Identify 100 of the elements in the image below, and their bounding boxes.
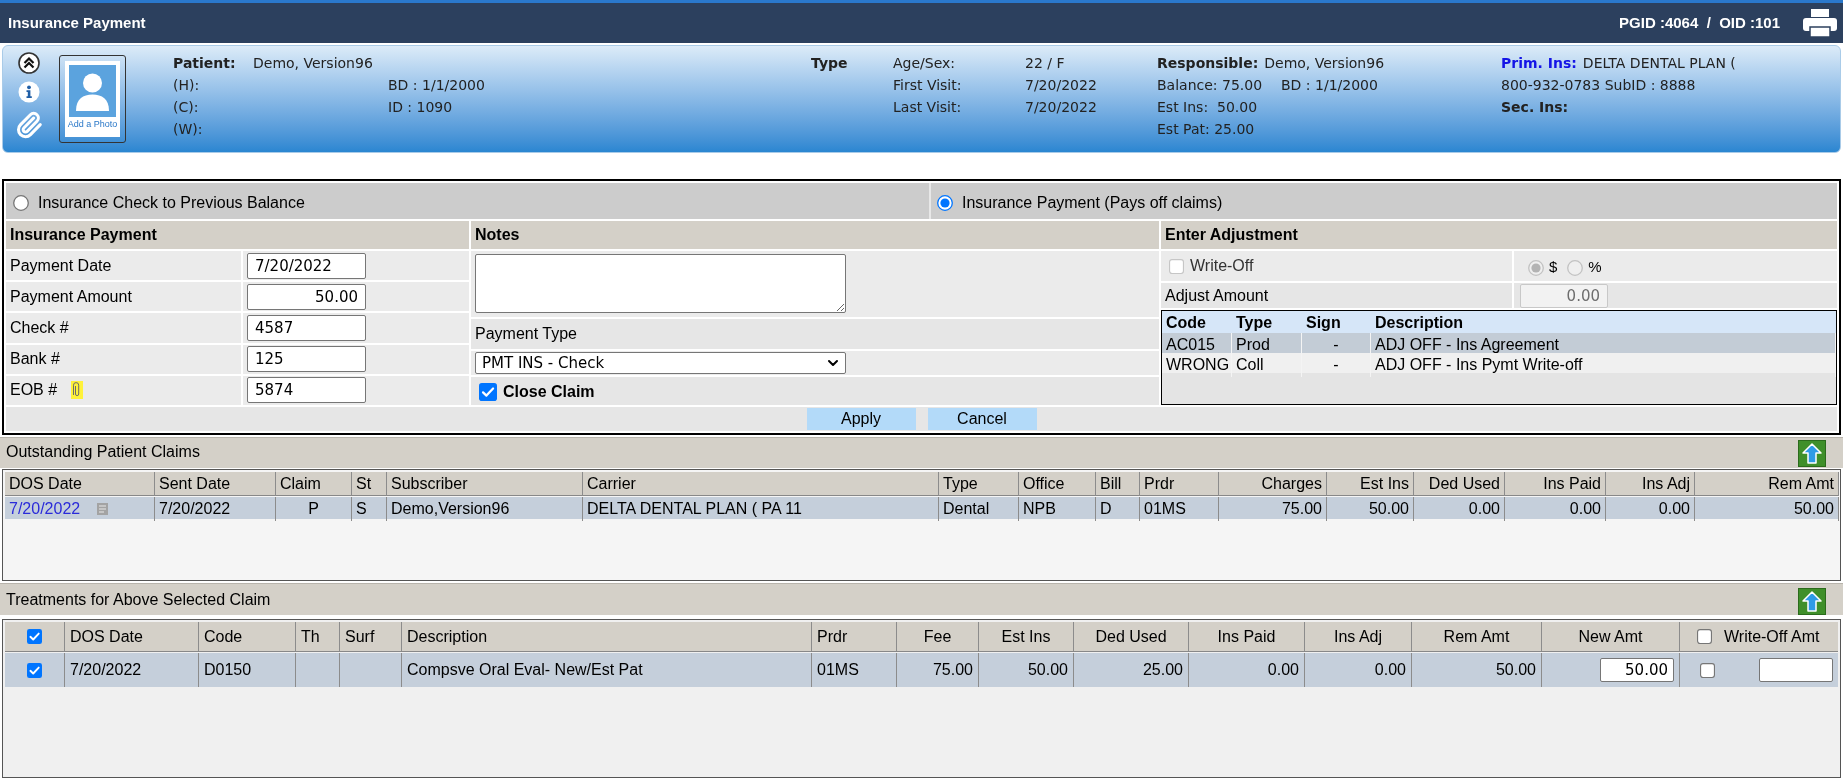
- section-title: Outstanding Patient Claims: [6, 442, 200, 462]
- table-cell: 0.00: [1414, 497, 1505, 521]
- column-header: New Amt: [1542, 622, 1680, 651]
- radio-button[interactable]: [13, 194, 29, 211]
- paperclip-icon[interactable]: [71, 381, 84, 400]
- checkbox[interactable]: [1700, 662, 1715, 678]
- patient-label: Patient:: [173, 54, 237, 73]
- person-silhouette-icon: [69, 65, 116, 117]
- column-header: Ins Paid: [1189, 622, 1305, 651]
- column-header: Rem Amt: [1695, 472, 1839, 496]
- field-label: Payment Type: [475, 324, 577, 344]
- table-row[interactable]: 7/20/2022 D0150 Compsve Oral Eval- New/Est Pat 01MS 75.00 50.00 25.00 0.00 0.00 50.00 50.00: [5, 653, 1838, 687]
- input-field[interactable]: 50.00: [1600, 658, 1674, 682]
- checkbox[interactable]: [27, 629, 42, 644]
- checkbox[interactable]: [1697, 629, 1712, 644]
- table-cell: 01MS: [812, 653, 897, 687]
- section-header: Notes: [471, 221, 1159, 249]
- table-cell: 01MS: [1140, 497, 1219, 521]
- patient-id: ID : 1090: [388, 98, 454, 117]
- notes-field[interactable]: [475, 254, 846, 313]
- column-header: Charges: [1219, 472, 1327, 496]
- double-chevron-up-icon[interactable]: [18, 52, 40, 74]
- birth-date: BD : 1/1/2000: [388, 76, 486, 95]
- printer-icon[interactable]: [1802, 8, 1838, 38]
- column-header: Sign: [1305, 313, 1342, 333]
- table-row[interactable]: AC015 Prod - ADJ OFF - Ins Agreement: [1162, 333, 1836, 353]
- photo-frame[interactable]: Add a Photo: [59, 55, 126, 143]
- checkbox-label: Write-Off: [1190, 256, 1254, 276]
- form-button[interactable]: Cancel: [927, 408, 1037, 430]
- table-cell: 50.00: [979, 653, 1074, 687]
- payment-type-select[interactable]: PMT INS - Check: [475, 352, 846, 374]
- info-icon[interactable]: [18, 81, 40, 103]
- column-header: Sent Date: [155, 472, 276, 496]
- input-field[interactable]: [1759, 658, 1833, 682]
- field-label: Payment Date: [10, 255, 112, 276]
- column-header: Prdr: [1140, 472, 1219, 496]
- column-header: Subscriber: [387, 472, 583, 496]
- input-field[interactable]: 7/20/2022: [247, 252, 366, 279]
- photo-caption: Add a Photo: [67, 119, 118, 130]
- field-label: Payment Amount: [10, 286, 132, 307]
- field-label: EOB #: [10, 380, 58, 401]
- table-cell: 25.00: [1074, 653, 1189, 687]
- column-header: Ded Used: [1414, 472, 1505, 496]
- radio-label: $: [1549, 257, 1558, 278]
- column-header: Description: [402, 622, 812, 651]
- column-header: Fee: [897, 622, 979, 651]
- table-cell: 50.00: [1327, 497, 1414, 521]
- table-cell: 75.00: [1219, 497, 1327, 521]
- checkbox[interactable]: [479, 383, 497, 401]
- detail-label: Age/Sex:: [893, 54, 957, 73]
- column-header: Prdr: [812, 622, 897, 651]
- table-cell: P: [276, 497, 352, 521]
- phone-label: (H):: [173, 76, 201, 95]
- section-header: Enter Adjustment: [1161, 221, 1837, 249]
- estimated-insurance: Est Ins: 50.00: [1157, 98, 1259, 117]
- date-link[interactable]: 7/20/2022: [9, 497, 81, 521]
- table-cell: DELTA DENTAL PLAN ( PA 11: [583, 497, 939, 521]
- input-field[interactable]: 4587: [247, 315, 366, 341]
- patient-name: Demo, Version96: [253, 54, 373, 73]
- table-cell: 7/20/2022: [155, 497, 276, 521]
- balance-text: Balance: 75.00: [1157, 76, 1264, 95]
- section-title: Treatments for Above Selected Claim: [6, 590, 271, 610]
- table-cell: -: [1302, 353, 1371, 377]
- responsible-name: Demo, Version96: [1264, 54, 1385, 73]
- input-field[interactable]: 50.00: [247, 283, 366, 310]
- column-header: Est Ins: [1327, 472, 1414, 496]
- table-cell: Coll: [1232, 353, 1302, 377]
- table-cell: 0.00: [1505, 497, 1606, 521]
- column-header: Office: [1019, 472, 1096, 496]
- column-header: Ded Used: [1074, 622, 1189, 651]
- table-cell: NPB: [1019, 497, 1096, 521]
- input-field[interactable]: 5874: [247, 377, 366, 404]
- birth-date: BD : 1/1/2000: [1281, 76, 1378, 95]
- field-label: Check #: [10, 318, 69, 338]
- column-header: Th: [296, 622, 340, 651]
- checkbox-label: Close Claim: [503, 382, 595, 402]
- checkbox[interactable]: [27, 662, 42, 678]
- paperclip-icon[interactable]: [15, 110, 43, 140]
- table-row[interactable]: 7/20/2022 7/20/2022 P S Demo,Version96 DELTA DENTAL PLAN ( PA 11 Dental NPB D 01MS 75.00 50.00 0.00 0.00 0.00 50.00: [5, 497, 1838, 519]
- radio-label: Insurance Payment (Pays off claims): [962, 192, 1223, 213]
- column-header: Type: [1235, 313, 1274, 333]
- table-cell: 75.00: [897, 653, 979, 687]
- column-header: DOS Date: [5, 472, 155, 496]
- form-button[interactable]: Apply: [806, 408, 916, 430]
- column-header: St: [352, 472, 387, 496]
- detail-label: First Visit:: [893, 76, 963, 95]
- table-cell: Demo,Version96: [387, 497, 583, 521]
- type-label: Type: [811, 54, 849, 73]
- phone-label: (C):: [173, 98, 200, 117]
- section-header: Insurance Payment: [6, 221, 469, 249]
- table-cell: ADJ OFF - Ins Pymt Write-off: [1371, 353, 1836, 377]
- column-header: Type: [939, 472, 1019, 496]
- column-header: DOS Date: [65, 622, 199, 651]
- detail-value: 7/20/2022: [1025, 76, 1098, 95]
- column-header: Bill: [1096, 472, 1140, 496]
- input-field[interactable]: 125: [247, 346, 366, 373]
- radio-button[interactable]: [937, 194, 953, 211]
- table-cell: S: [352, 497, 387, 521]
- secondary-insurance-label: Sec. Ins:: [1501, 98, 1570, 117]
- column-header: Est Ins: [979, 622, 1074, 651]
